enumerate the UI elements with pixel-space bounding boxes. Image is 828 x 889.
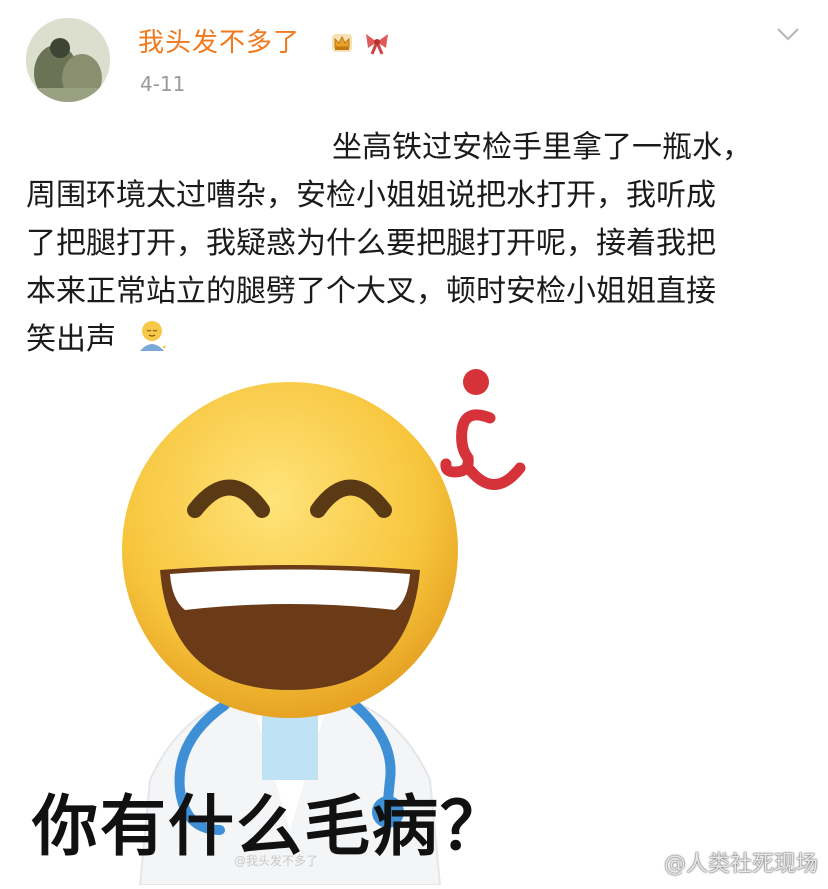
- tired-emoji-icon: [139, 321, 166, 351]
- post-header: 我头发不多了 4-11: [0, 0, 828, 110]
- username[interactable]: 我头发不多了: [138, 22, 300, 59]
- chevron-down-icon[interactable]: [776, 26, 800, 42]
- weibo-logo-icon: [628, 853, 656, 874]
- bow-icon: [366, 34, 388, 55]
- post-text-line: 本来正常站立的腿劈了个大叉，顿时安检小姐姐直接: [26, 274, 716, 309]
- watermark-text: @人类社死现场: [663, 852, 818, 877]
- post-text-line: 周围环境太过嘈杂，安检小姐姐说把水打开，我听成: [26, 178, 716, 213]
- post-text-line: 了把腿打开，我疑惑为什么要把腿打开呢，接着我把: [26, 226, 716, 261]
- crown-icon: [332, 34, 352, 52]
- post-text-line: 坐高铁过安检手里拿了一瓶水，: [332, 130, 752, 165]
- post-date: 4-11: [140, 72, 186, 96]
- avatar[interactable]: [26, 18, 110, 102]
- post-text-line: 笑出声: [26, 316, 806, 364]
- small-watermark: @我头发不多了: [234, 854, 319, 868]
- watermark: @人类社死现场: [628, 846, 818, 878]
- post-text: 坐高铁过安检手里拿了一瓶水， 周围环境太过嘈杂，安检小姐姐说把水打开，我听成 了…: [26, 124, 806, 364]
